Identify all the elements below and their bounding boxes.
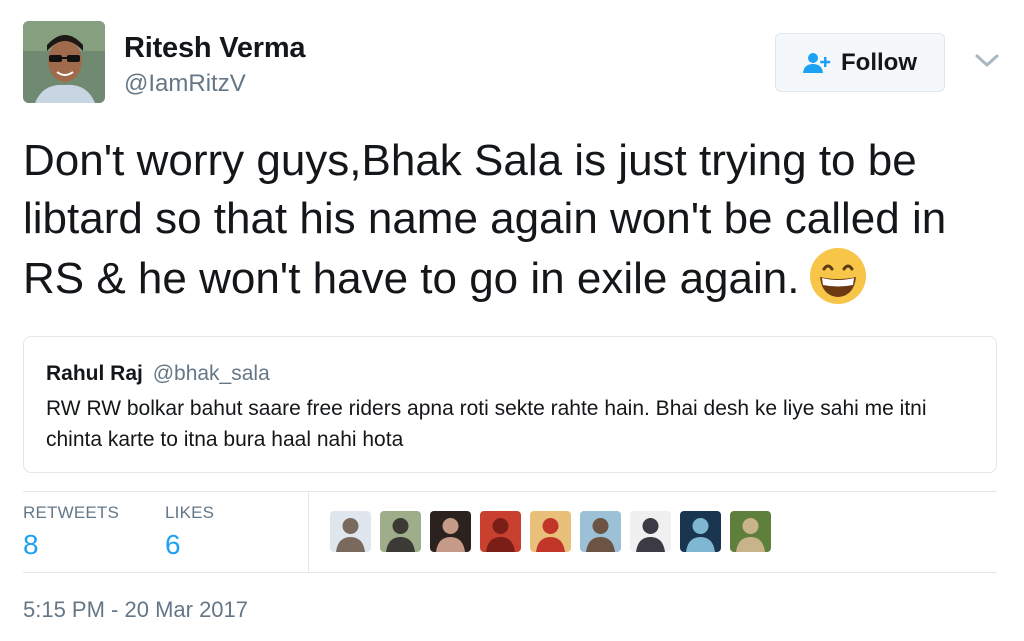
grinning-face-emoji-icon: [809, 247, 867, 320]
follow-button-label: Follow: [841, 48, 917, 76]
retweets-label: RETWEETS: [23, 503, 120, 522]
liker-avatars: [330, 511, 771, 552]
likes-count: 6: [165, 529, 181, 560]
add-user-icon: [803, 52, 831, 74]
liker-avatar[interactable]: [680, 511, 721, 552]
retweets-count: 8: [23, 529, 39, 560]
liker-avatar[interactable]: [730, 511, 771, 552]
liker-avatar[interactable]: [530, 511, 571, 552]
stats-top-divider: [23, 491, 997, 492]
tweet-body: Don't worry guys,Bhak Sala is just tryin…: [23, 136, 947, 303]
author-name[interactable]: Ritesh Verma: [124, 32, 306, 65]
quoted-tweet[interactable]: Rahul Raj @bhak_sala RW RW bolkar bahut …: [23, 336, 997, 473]
follow-button[interactable]: Follow: [775, 33, 945, 92]
liker-avatar[interactable]: [480, 511, 521, 552]
liker-avatar[interactable]: [580, 511, 621, 552]
author-handle[interactable]: @IamRitzV: [124, 70, 246, 98]
liker-avatar[interactable]: [430, 511, 471, 552]
stats-bottom-divider: [23, 572, 997, 573]
author-avatar[interactable]: [23, 21, 105, 103]
quoted-author-name: Rahul Raj: [46, 362, 143, 385]
tweet-text: Don't worry guys,Bhak Sala is just tryin…: [23, 132, 1013, 320]
quoted-author-handle: @bhak_sala: [152, 362, 270, 385]
liker-avatar[interactable]: [330, 511, 371, 552]
chevron-down-icon[interactable]: [973, 49, 1001, 71]
likes-label: LIKES: [165, 503, 215, 522]
avatar-photo: [23, 21, 105, 103]
likes-stat[interactable]: LIKES 6: [165, 503, 214, 561]
liker-avatar[interactable]: [630, 511, 671, 552]
stats-vertical-divider: [308, 492, 309, 572]
quoted-tweet-text: RW RW bolkar bahut saare free riders apn…: [46, 397, 927, 451]
retweets-stat[interactable]: RETWEETS 8: [23, 503, 119, 561]
tweet-timestamp[interactable]: 5:15 PM - 20 Mar 2017: [23, 597, 248, 623]
liker-avatar[interactable]: [380, 511, 421, 552]
